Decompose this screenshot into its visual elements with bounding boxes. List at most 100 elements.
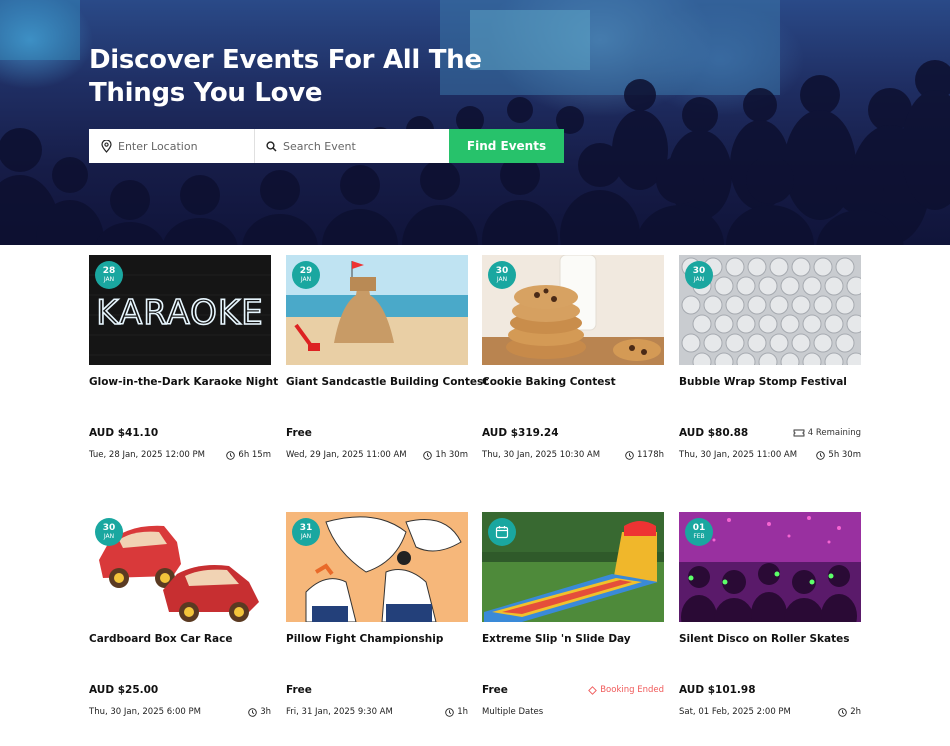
search-field[interactable]	[255, 129, 449, 163]
ticket-icon	[793, 429, 805, 437]
date-day: 30	[495, 266, 509, 276]
duration-text: 1178h	[636, 450, 664, 460]
calendar-icon	[495, 526, 509, 539]
event-card[interactable]: 01 FEB Silent Disco on Roller Skates AUD…	[679, 512, 861, 742]
date-month: JAN	[103, 276, 115, 283]
event-title[interactable]: Cardboard Box Car Race	[89, 633, 271, 646]
event-duration: 1h	[445, 707, 468, 717]
remaining-badge: 4 Remaining	[793, 428, 861, 438]
duration-text: 3h	[260, 707, 271, 717]
date-month: FEB	[693, 533, 705, 540]
event-price: AUD $101.98	[679, 684, 756, 696]
date-day: 28	[102, 266, 116, 276]
clock-icon	[625, 450, 634, 460]
event-card[interactable]: 29 JAN Giant Sandcastle Building Contest…	[286, 255, 488, 485]
event-card[interactable]: KARAOKE 28 JAN Glow-in-the-Dark Karaoke …	[89, 255, 278, 485]
remaining-text: 4 Remaining	[807, 428, 861, 438]
booking-ended-text: Booking Ended	[600, 685, 664, 695]
map-pin-icon	[101, 139, 112, 153]
duration-text: 1h	[457, 707, 468, 717]
date-badge: 30 JAN	[95, 518, 123, 546]
date-badge: 30 JAN	[488, 261, 516, 289]
event-card[interactable]: 30 JAN Bubble Wrap Stomp Festival AUD $8…	[679, 255, 861, 485]
date-month: JAN	[300, 276, 312, 283]
event-image[interactable]: 29 JAN	[286, 255, 468, 365]
event-datetime: Thu, 30 Jan, 2025 10:30 AM	[482, 450, 601, 460]
event-duration: 5h 30m	[816, 450, 861, 460]
clock-icon	[226, 450, 236, 460]
date-day: 30	[102, 523, 116, 533]
event-title[interactable]: Silent Disco on Roller Skates	[679, 633, 861, 646]
calendar-badge	[488, 518, 516, 546]
date-badge: 31 JAN	[292, 518, 320, 546]
duration-text: 1h 30m	[435, 450, 468, 460]
event-title[interactable]: Extreme Slip 'n Slide Day	[482, 633, 664, 646]
search-input[interactable]	[283, 139, 413, 153]
event-datetime: Wed, 29 Jan, 2025 11:00 AM	[286, 450, 407, 460]
search-bar: Find Events	[89, 129, 564, 163]
event-title[interactable]: Cookie Baking Contest	[482, 376, 664, 389]
search-icon	[266, 140, 277, 152]
event-duration: 6h 15m	[226, 450, 271, 460]
clock-icon	[423, 450, 433, 460]
date-month: JAN	[103, 533, 115, 540]
date-month: JAN	[496, 276, 508, 283]
hero-crowd-image	[0, 0, 950, 245]
date-badge: 01 FEB	[685, 518, 713, 546]
event-price: AUD $41.10	[89, 427, 159, 439]
booking-ended-badge: Booking Ended	[588, 685, 664, 695]
date-day: 30	[692, 266, 706, 276]
event-price: AUD $319.24	[482, 427, 559, 439]
hero-banner: Discover Events For All The Things You L…	[0, 0, 950, 245]
event-title[interactable]: Giant Sandcastle Building Contest	[286, 376, 488, 389]
event-datetime: Tue, 28 Jan, 2025 12:00 PM	[89, 450, 205, 460]
date-day: 31	[299, 523, 313, 533]
event-datetime: Multiple Dates	[482, 707, 544, 717]
duration-text: 6h 15m	[238, 450, 271, 460]
event-duration: 2h	[838, 707, 861, 717]
date-day: 01	[692, 523, 706, 533]
date-badge: 30 JAN	[685, 261, 713, 289]
event-image[interactable]	[482, 512, 664, 622]
event-image[interactable]: 01 FEB	[679, 512, 861, 622]
date-badge: 28 JAN	[95, 261, 123, 289]
event-price: AUD $25.00	[89, 684, 159, 696]
event-duration: 1178h	[625, 450, 664, 460]
event-duration: 1h 30m	[423, 450, 468, 460]
event-price: Free	[286, 684, 312, 696]
event-image[interactable]: KARAOKE 28 JAN	[89, 255, 271, 365]
clock-icon	[445, 707, 454, 717]
event-datetime: Thu, 30 Jan, 2025 6:00 PM	[89, 707, 201, 717]
duration-text: 2h	[850, 707, 861, 717]
event-datetime: Fri, 31 Jan, 2025 9:30 AM	[286, 707, 393, 717]
event-card[interactable]: 30 JAN Cookie Baking Contest AUD $319.24…	[482, 255, 664, 485]
date-month: JAN	[693, 276, 705, 283]
date-badge: 29 JAN	[292, 261, 320, 289]
event-title[interactable]: Glow-in-the-Dark Karaoke Night	[89, 376, 278, 389]
event-price: AUD $80.88	[679, 427, 749, 439]
event-card[interactable]: 30 JAN Cardboard Box Car Race AUD $25.00…	[89, 512, 271, 742]
tag-icon	[588, 685, 598, 695]
event-card[interactable]: 31 JAN Pillow Fight Championship Free Fr…	[286, 512, 468, 742]
event-title[interactable]: Bubble Wrap Stomp Festival	[679, 376, 861, 389]
location-field[interactable]	[89, 129, 255, 163]
event-price: Free	[482, 684, 508, 696]
event-image[interactable]: 30 JAN	[89, 512, 271, 622]
event-datetime: Sat, 01 Feb, 2025 2:00 PM	[679, 707, 791, 717]
date-day: 29	[299, 266, 313, 276]
event-duration: 3h	[248, 707, 271, 717]
location-input[interactable]	[118, 139, 248, 153]
event-title[interactable]: Pillow Fight Championship	[286, 633, 468, 646]
clock-icon	[838, 707, 847, 717]
event-datetime: Thu, 30 Jan, 2025 11:00 AM	[679, 450, 798, 460]
event-card[interactable]: Extreme Slip 'n Slide Day Free Booking E…	[482, 512, 664, 742]
clock-icon	[816, 450, 826, 460]
hero-title: Discover Events For All The Things You L…	[89, 45, 482, 108]
event-image[interactable]: 30 JAN	[679, 255, 861, 365]
date-month: JAN	[300, 533, 312, 540]
event-image[interactable]: 31 JAN	[286, 512, 468, 622]
find-events-button[interactable]: Find Events	[449, 129, 564, 163]
event-price: Free	[286, 427, 312, 439]
event-image[interactable]: 30 JAN	[482, 255, 664, 365]
duration-text: 5h 30m	[828, 450, 861, 460]
